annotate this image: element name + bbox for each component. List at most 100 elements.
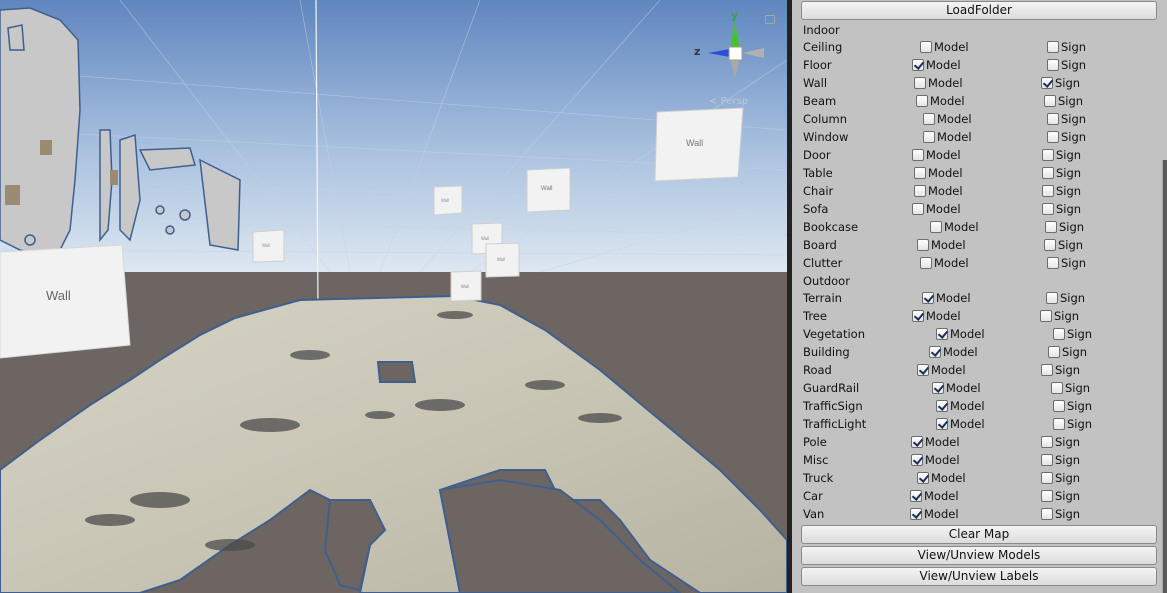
- sign-checkbox-label[interactable]: Sign: [1056, 164, 1081, 182]
- sign-checkbox[interactable]: [1041, 77, 1053, 89]
- model-checkbox[interactable]: [914, 77, 926, 89]
- persp-label[interactable]: < Persp: [709, 96, 748, 107]
- model-checkbox[interactable]: [936, 400, 948, 412]
- sign-checkbox[interactable]: [1041, 364, 1053, 376]
- model-checkbox[interactable]: [917, 239, 929, 251]
- model-checkbox[interactable]: [923, 131, 935, 143]
- scene-canvas[interactable]: [0, 0, 787, 593]
- sign-checkbox[interactable]: [1053, 328, 1065, 340]
- sign-checkbox-label[interactable]: Sign: [1061, 38, 1086, 56]
- sign-checkbox[interactable]: [1047, 59, 1059, 71]
- model-checkbox-label[interactable]: Model: [937, 128, 972, 146]
- model-checkbox-label[interactable]: Model: [931, 469, 966, 487]
- model-checkbox[interactable]: [932, 382, 944, 394]
- sign-checkbox[interactable]: [1047, 257, 1059, 269]
- model-checkbox-label[interactable]: Model: [950, 325, 985, 343]
- model-checkbox-label[interactable]: Model: [924, 505, 959, 523]
- model-checkbox[interactable]: [936, 328, 948, 340]
- sign-checkbox[interactable]: [1048, 346, 1060, 358]
- sign-checkbox-label[interactable]: Sign: [1055, 451, 1080, 469]
- model-checkbox-label[interactable]: Model: [931, 361, 966, 379]
- sign-checkbox[interactable]: [1041, 454, 1053, 466]
- sign-checkbox[interactable]: [1044, 239, 1056, 251]
- model-checkbox-label[interactable]: Model: [928, 182, 963, 200]
- sign-checkbox[interactable]: [1047, 41, 1059, 53]
- model-checkbox[interactable]: [911, 436, 923, 448]
- sign-checkbox[interactable]: [1047, 113, 1059, 125]
- sign-checkbox[interactable]: [1042, 203, 1054, 215]
- sign-checkbox[interactable]: [1042, 167, 1054, 179]
- sign-checkbox-label[interactable]: Sign: [1060, 289, 1085, 307]
- sign-checkbox-label[interactable]: Sign: [1067, 325, 1092, 343]
- model-checkbox[interactable]: [930, 221, 942, 233]
- sign-checkbox-label[interactable]: Sign: [1055, 487, 1080, 505]
- view-unview-models-button[interactable]: View/Unview Models: [801, 546, 1157, 565]
- sign-checkbox-label[interactable]: Sign: [1055, 361, 1080, 379]
- model-checkbox-label[interactable]: Model: [928, 74, 963, 92]
- sign-checkbox-label[interactable]: Sign: [1055, 469, 1080, 487]
- sign-checkbox-label[interactable]: Sign: [1061, 56, 1086, 74]
- model-checkbox[interactable]: [912, 310, 924, 322]
- sign-checkbox[interactable]: [1053, 400, 1065, 412]
- load-folder-button[interactable]: LoadFolder: [801, 1, 1157, 20]
- model-checkbox[interactable]: [910, 508, 922, 520]
- sign-checkbox-label[interactable]: Sign: [1062, 343, 1087, 361]
- model-checkbox-label[interactable]: Model: [937, 110, 972, 128]
- model-checkbox-label[interactable]: Model: [928, 164, 963, 182]
- sign-checkbox[interactable]: [1044, 95, 1056, 107]
- model-checkbox[interactable]: [917, 364, 929, 376]
- sign-checkbox[interactable]: [1045, 221, 1057, 233]
- sign-checkbox-label[interactable]: Sign: [1061, 110, 1086, 128]
- sign-checkbox[interactable]: [1047, 131, 1059, 143]
- model-checkbox[interactable]: [923, 113, 935, 125]
- model-checkbox[interactable]: [920, 257, 932, 269]
- model-checkbox-label[interactable]: Model: [946, 379, 981, 397]
- model-checkbox-label[interactable]: Model: [936, 289, 971, 307]
- sign-checkbox-label[interactable]: Sign: [1058, 92, 1083, 110]
- sign-checkbox-label[interactable]: Sign: [1065, 379, 1090, 397]
- model-checkbox[interactable]: [936, 418, 948, 430]
- orientation-gizmo[interactable]: y z: [694, 9, 774, 90]
- model-checkbox[interactable]: [912, 203, 924, 215]
- model-checkbox-label[interactable]: Model: [925, 433, 960, 451]
- sign-checkbox-label[interactable]: Sign: [1061, 254, 1086, 272]
- sign-checkbox[interactable]: [1051, 382, 1063, 394]
- sign-checkbox[interactable]: [1042, 149, 1054, 161]
- sign-checkbox-label[interactable]: Sign: [1059, 218, 1084, 236]
- sign-checkbox[interactable]: [1046, 292, 1058, 304]
- sign-checkbox[interactable]: [1041, 436, 1053, 448]
- sign-checkbox-label[interactable]: Sign: [1054, 307, 1079, 325]
- sign-checkbox[interactable]: [1040, 310, 1052, 322]
- model-checkbox[interactable]: [916, 95, 928, 107]
- sign-checkbox[interactable]: [1041, 490, 1053, 502]
- model-checkbox[interactable]: [914, 185, 926, 197]
- panel-scrollbar[interactable]: [1162, 160, 1167, 593]
- model-checkbox-label[interactable]: Model: [926, 56, 961, 74]
- model-checkbox-label[interactable]: Model: [934, 254, 969, 272]
- model-checkbox[interactable]: [911, 454, 923, 466]
- sign-checkbox-label[interactable]: Sign: [1058, 236, 1083, 254]
- sign-checkbox[interactable]: [1053, 418, 1065, 430]
- model-checkbox-label[interactable]: Model: [926, 307, 961, 325]
- clear-map-button[interactable]: Clear Map: [801, 525, 1157, 544]
- sign-checkbox-label[interactable]: Sign: [1056, 182, 1081, 200]
- sign-checkbox-label[interactable]: Sign: [1061, 128, 1086, 146]
- view-unview-labels-button[interactable]: View/Unview Labels: [801, 567, 1157, 586]
- sign-checkbox-label[interactable]: Sign: [1067, 397, 1092, 415]
- sign-checkbox-label[interactable]: Sign: [1067, 415, 1092, 433]
- model-checkbox-label[interactable]: Model: [943, 343, 978, 361]
- lock-icon[interactable]: [765, 15, 775, 24]
- model-checkbox[interactable]: [914, 167, 926, 179]
- model-checkbox[interactable]: [920, 41, 932, 53]
- model-checkbox[interactable]: [922, 292, 934, 304]
- sign-checkbox-label[interactable]: Sign: [1055, 433, 1080, 451]
- model-checkbox-label[interactable]: Model: [926, 200, 961, 218]
- model-checkbox-label[interactable]: Model: [925, 451, 960, 469]
- sign-checkbox[interactable]: [1041, 508, 1053, 520]
- scene-view[interactable]: Wall Wall Wall Wall Wall Wall Wall Wall …: [0, 0, 787, 593]
- model-checkbox-label[interactable]: Model: [944, 218, 979, 236]
- sign-checkbox-label[interactable]: Sign: [1056, 200, 1081, 218]
- model-checkbox-label[interactable]: Model: [950, 397, 985, 415]
- model-checkbox[interactable]: [912, 59, 924, 71]
- model-checkbox[interactable]: [929, 346, 941, 358]
